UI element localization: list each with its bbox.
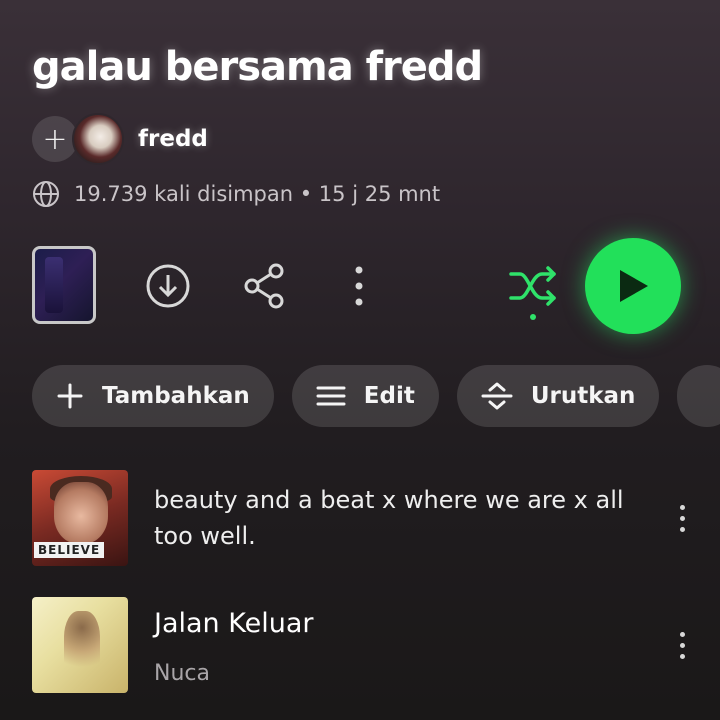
track-title: Jalan Keluar [154,608,314,640]
cover-text: BELIEVE [34,542,105,558]
play-icon [620,270,648,302]
meta-text: 19.739 kali disimpan • 15 j 25 mnt [74,182,441,206]
shuffle-active-dot [530,314,536,320]
owner-name[interactable]: fredd [138,126,208,152]
track-artist: Nuca [154,660,210,686]
track-more-icon[interactable] [672,504,692,532]
share-icon[interactable] [242,262,288,310]
chips-row: Tambahkan Edit Urutkan [32,365,720,427]
shuffle-icon[interactable] [508,264,560,308]
globe-icon [33,181,59,207]
playlist-cover-thumbnail[interactable] [32,246,96,324]
track-info: Jalan Keluar Nuca [154,604,662,686]
track-title: beauty and a beat x where we are x all t… [154,486,624,550]
plus-icon [57,383,83,409]
controls-row [0,238,720,340]
track-info: beauty and a beat x where we are x all t… [154,482,662,554]
download-icon[interactable] [144,262,192,310]
edit-chip-label: Edit [363,383,415,409]
owner-row: + fredd [32,113,208,165]
playlist-meta: 19.739 kali disimpan • 15 j 25 mnt [32,180,440,208]
track-more-icon[interactable] [672,631,692,659]
sort-icon [481,382,513,410]
menu-lines-icon [316,386,346,406]
sort-chip[interactable]: Urutkan [456,365,660,427]
plus-icon: + [42,121,68,157]
track-row[interactable]: Jalan Keluar Nuca [32,597,692,693]
track-cover [32,597,128,693]
more-vertical-icon[interactable] [352,262,366,310]
track-row[interactable]: BELIEVE beauty and a beat x where we are… [32,470,692,566]
track-cover: BELIEVE [32,470,128,566]
add-chip-label: Tambahkan [102,383,250,409]
playlist-title: galau bersama fredd [32,44,483,90]
owner-avatar[interactable] [72,113,124,165]
more-chip[interactable] [677,365,720,427]
play-button[interactable] [585,238,681,334]
edit-chip[interactable]: Edit [291,365,439,427]
sort-chip-label: Urutkan [530,383,636,409]
add-chip[interactable]: Tambahkan [32,365,274,427]
